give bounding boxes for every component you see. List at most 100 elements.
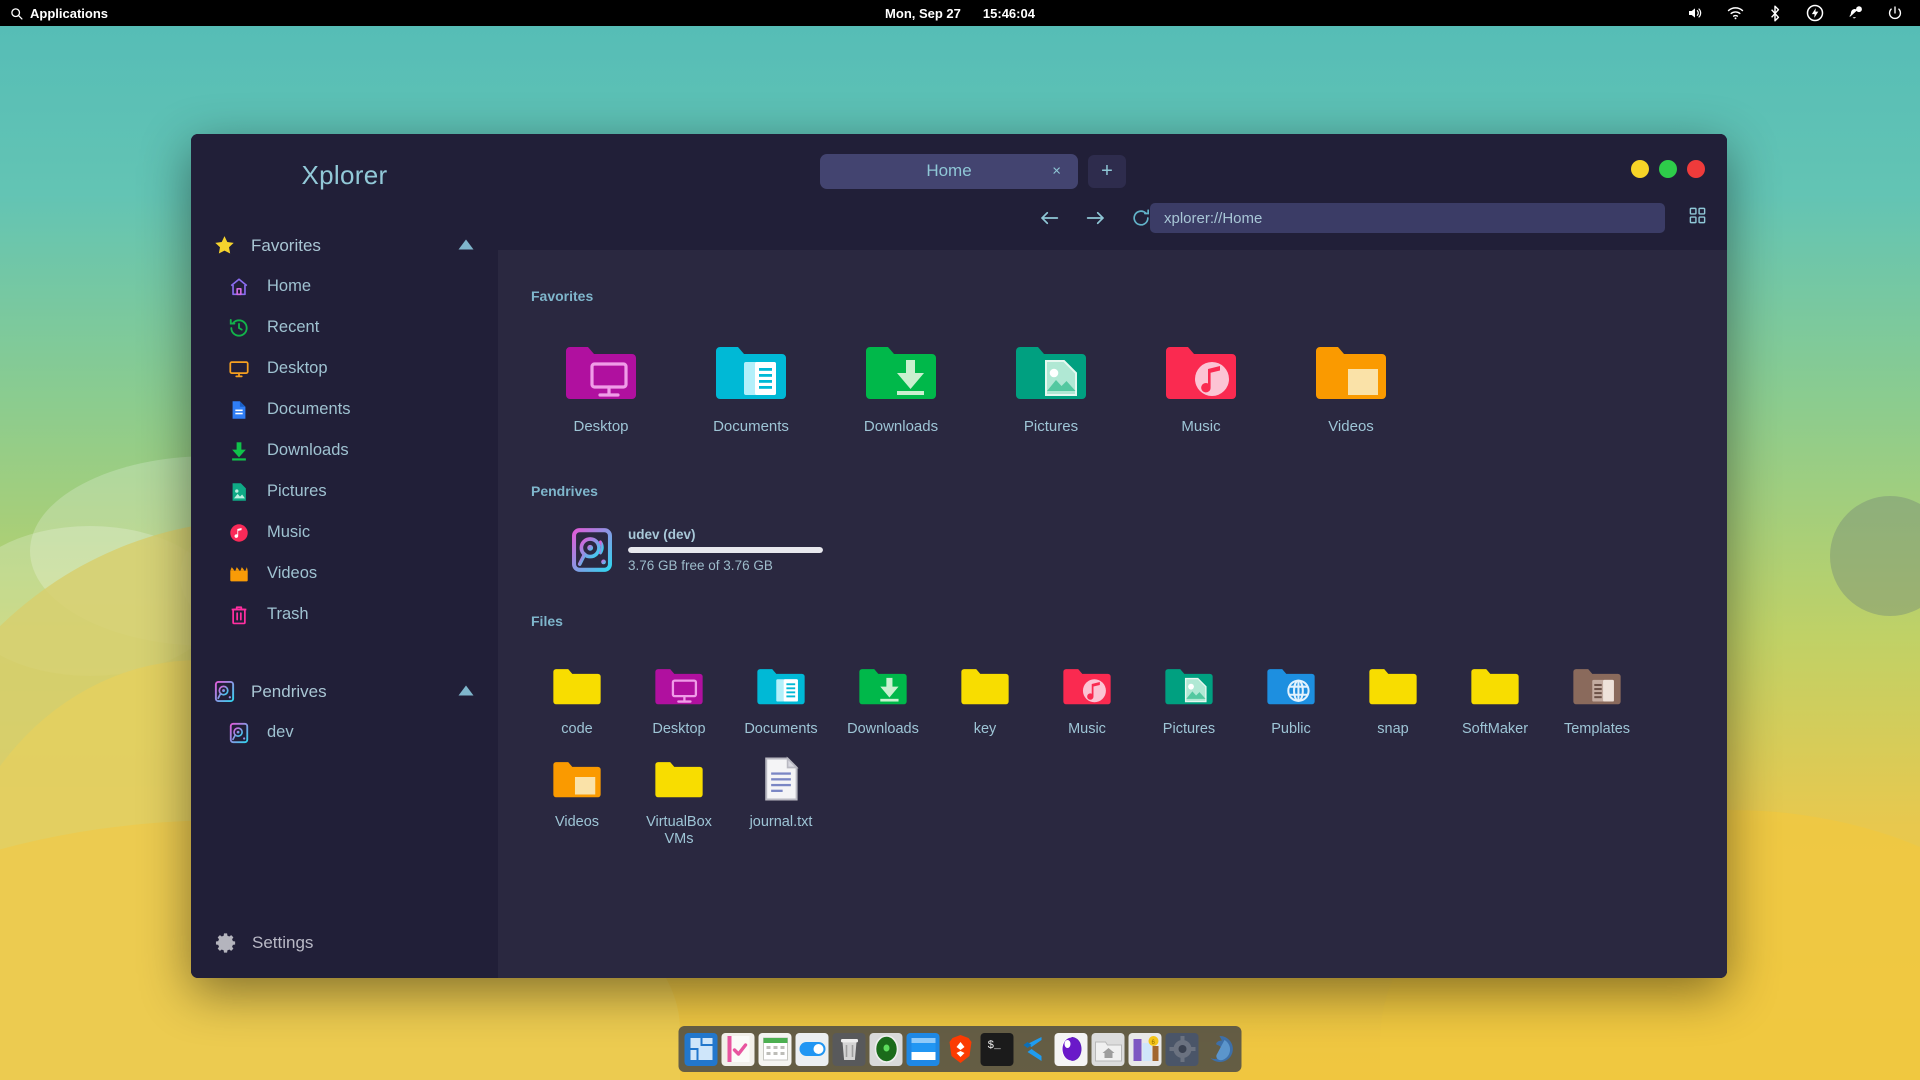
document-icon — [227, 398, 250, 421]
dock-spiral-app[interactable] — [1203, 1033, 1236, 1066]
file-item-public[interactable]: Public — [1240, 655, 1342, 748]
folder-plain-icon — [958, 661, 1012, 711]
wifi-icon[interactable] — [1726, 4, 1744, 22]
item-label: Videos — [1328, 418, 1374, 435]
folder-public-icon — [1264, 661, 1318, 711]
close-icon[interactable]: × — [1052, 164, 1061, 179]
file-item-music[interactable]: Music — [1036, 655, 1138, 748]
sidebar-item-label: Desktop — [267, 359, 328, 377]
drive-icon — [570, 525, 614, 575]
bluetooth-icon[interactable] — [1766, 4, 1784, 22]
folder-downloads-icon — [862, 336, 940, 408]
caret-up-icon[interactable] — [458, 237, 474, 255]
sidebar-item-pictures[interactable]: Pictures — [191, 471, 498, 512]
folder-plain-icon — [550, 661, 604, 711]
window-chrome: Home × + xplorer://Home — [498, 134, 1727, 250]
files-grid: code Desktop Documents Downloads key Mus… — [498, 655, 1727, 857]
dock-brave-browser[interactable] — [944, 1033, 977, 1066]
dock-notes[interactable] — [721, 1032, 755, 1066]
drive-icon — [213, 680, 236, 703]
applications-menu[interactable]: Applications — [0, 6, 108, 21]
section-title-files: Files — [531, 613, 563, 630]
sidebar-nav: Favorites Home Recent Desktop Documents … — [191, 211, 498, 931]
sidebar-item-videos[interactable]: Videos — [191, 553, 498, 594]
new-tab-button[interactable]: + — [1088, 154, 1126, 188]
close-button[interactable] — [1687, 160, 1705, 178]
file-item-journal-txt[interactable]: journal.txt — [730, 748, 832, 857]
sidebar-section-pendrives[interactable]: Pendrives — [191, 671, 498, 712]
file-item-snap[interactable]: snap — [1342, 655, 1444, 748]
sidebar-item-music[interactable]: Music — [191, 512, 498, 553]
dock-system-settings[interactable] — [1165, 1032, 1199, 1066]
music-note-icon — [227, 521, 250, 544]
xplorer-window: Xplorer Favorites Home Recent Desktop Do… — [191, 134, 1727, 978]
dock-window-manager[interactable] — [906, 1032, 940, 1066]
file-item-videos[interactable]: Videos — [526, 748, 628, 857]
favorite-downloads[interactable]: Downloads — [826, 330, 976, 445]
sidebar-item-label: Downloads — [267, 441, 349, 459]
power-profile-icon[interactable] — [1806, 4, 1824, 22]
file-item-key[interactable]: key — [934, 655, 1036, 748]
favorite-desktop[interactable]: Desktop — [526, 330, 676, 445]
minimize-button[interactable] — [1631, 160, 1649, 178]
sidebar-item-documents[interactable]: Documents — [191, 389, 498, 430]
dock-vscode[interactable] — [1018, 1033, 1051, 1066]
refresh-button[interactable] — [1130, 207, 1152, 229]
sidebar-item-home[interactable]: Home — [191, 266, 498, 307]
item-label: Music — [1068, 721, 1106, 738]
caret-up-icon[interactable] — [458, 683, 474, 701]
dock-purple-app[interactable] — [1054, 1032, 1088, 1066]
favorite-pictures[interactable]: Pictures — [976, 330, 1126, 445]
address-bar[interactable]: xplorer://Home — [1150, 203, 1665, 233]
sidebar-item-trash[interactable]: Trash — [191, 594, 498, 635]
favorite-music[interactable]: Music — [1126, 330, 1276, 445]
sidebar-item-desktop[interactable]: Desktop — [191, 348, 498, 389]
dock-terminal[interactable]: $_ — [980, 1032, 1014, 1066]
dock-green-app[interactable] — [869, 1032, 903, 1066]
pendrive-item-udev[interactable]: udev (dev) 3.76 GB free of 3.76 GB — [498, 525, 1727, 575]
trash-icon — [227, 603, 250, 626]
pendrive-info: udev (dev) 3.76 GB free of 3.76 GB — [628, 527, 823, 573]
back-button[interactable] — [1038, 207, 1060, 229]
system-top-bar: Applications Mon, Sep 27 15:46:04 — [0, 0, 1920, 26]
dock-app-launcher[interactable] — [684, 1032, 718, 1066]
item-label: Desktop — [652, 721, 706, 738]
power-icon[interactable] — [1886, 4, 1904, 22]
sidebar-item-label: Music — [267, 523, 311, 541]
file-item-templates[interactable]: Templates — [1546, 655, 1648, 748]
dock-settings-toggle[interactable] — [795, 1032, 829, 1066]
sidebar-item-label: Documents — [267, 400, 351, 418]
maximize-button[interactable] — [1659, 160, 1677, 178]
sidebar-item-settings[interactable]: Settings — [191, 931, 498, 978]
sidebar-item-downloads[interactable]: Downloads — [191, 430, 498, 471]
sidebar-item-label: Recent — [267, 318, 320, 336]
sidebar-item-recent[interactable]: Recent — [191, 307, 498, 348]
item-label: Pictures — [1162, 721, 1216, 738]
dock-software-center[interactable]: 6 — [1128, 1032, 1162, 1066]
wallpaper-rock — [1830, 496, 1920, 616]
tab-home[interactable]: Home × — [820, 153, 1078, 189]
grid-view-icon[interactable] — [1688, 206, 1707, 230]
sidebar-section-favorites[interactable]: Favorites — [191, 225, 498, 266]
dock-trash[interactable] — [832, 1032, 866, 1066]
file-item-virtualbox-vms[interactable]: VirtualBox VMs — [628, 748, 730, 857]
file-item-code[interactable]: code — [526, 655, 628, 748]
forward-button[interactable] — [1084, 207, 1106, 229]
svg-text:$_: $_ — [987, 1040, 1001, 1052]
volume-icon[interactable] — [1686, 4, 1704, 22]
file-item-softmaker[interactable]: SoftMaker — [1444, 655, 1546, 748]
sidebar-item-dev[interactable]: dev — [191, 712, 498, 753]
dock-calendar[interactable] — [758, 1032, 792, 1066]
pendrive-name: udev (dev) — [628, 527, 696, 543]
file-item-downloads[interactable]: Downloads — [832, 655, 934, 748]
image-icon — [227, 480, 250, 503]
file-item-desktop[interactable]: Desktop — [628, 655, 730, 748]
dock-file-manager[interactable] — [1091, 1032, 1125, 1066]
search-icon — [10, 7, 23, 20]
favorite-documents[interactable]: Documents — [676, 330, 826, 445]
file-item-documents[interactable]: Documents — [730, 655, 832, 748]
favorite-videos[interactable]: Videos — [1276, 330, 1426, 445]
file-item-pictures[interactable]: Pictures — [1138, 655, 1240, 748]
notification-bell-icon[interactable] — [1846, 4, 1864, 22]
